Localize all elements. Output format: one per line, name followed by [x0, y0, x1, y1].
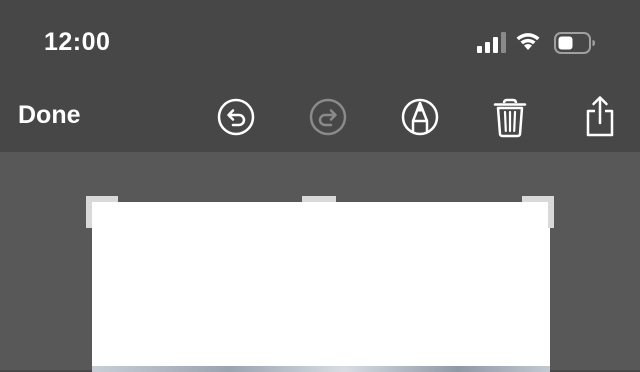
markup-pen-button[interactable] — [398, 94, 442, 140]
markup-toolbar: Done — [0, 84, 640, 152]
markup-pen-icon — [401, 98, 439, 136]
crop-handle-top-right-vertical[interactable] — [548, 196, 554, 228]
crop-handle-top-left-vertical[interactable] — [86, 196, 92, 228]
status-time: 12:00 — [44, 28, 111, 56]
delete-button[interactable] — [488, 94, 532, 140]
image-content-strip — [92, 366, 550, 372]
trash-icon — [493, 98, 527, 138]
done-button[interactable]: Done — [18, 101, 81, 130]
editing-canvas — [0, 152, 640, 372]
undo-icon — [217, 98, 255, 136]
undo-button[interactable] — [214, 94, 258, 140]
wifi-icon — [514, 28, 542, 52]
share-button[interactable] — [578, 94, 622, 140]
redo-button[interactable] — [306, 94, 350, 140]
crop-handle-top-center[interactable] — [302, 196, 336, 202]
cellular-signal-icon — [476, 30, 506, 54]
image-preview — [92, 202, 550, 372]
share-icon — [586, 96, 614, 137]
battery-icon — [554, 32, 596, 54]
status-bar: 12:00 — [0, 0, 640, 84]
redo-icon — [309, 98, 347, 136]
